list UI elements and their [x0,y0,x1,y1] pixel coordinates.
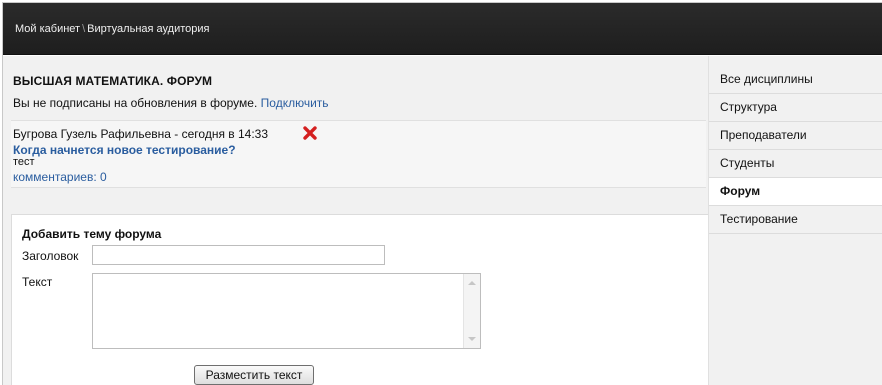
sidebar-item-students[interactable]: Студенты [709,150,882,178]
sidebar-item-teachers[interactable]: Преподаватели [709,122,882,150]
breadcrumb-current-link[interactable]: Виртуальная аудитория [87,23,209,35]
scroll-down-icon[interactable] [468,337,476,341]
subscribe-status: Вы не подписаны на обновления в форуме. … [13,96,329,110]
submit-topic-button[interactable]: Разместить текст [194,365,314,385]
page-frame: Мой кабинет \ Виртуальная аудитория ВЫСШАЯ… [2,2,882,385]
sidebar: Все дисциплины Структура Преподаватели С… [708,56,882,385]
add-topic-heading: Добавить тему форума [22,227,162,241]
forum-post: Бугрова Гузель Рафильевна - сегодня в 14… [11,120,706,188]
post-title-link[interactable]: Когда начнется новое тестирование? [13,143,236,157]
subscribe-link[interactable]: Подключить [261,96,329,110]
page-title: ВЫСШАЯ МАТЕМАТИКА. ФОРУМ [13,74,213,88]
text-label: Текст [22,275,53,289]
breadcrumb: Мой кабинет \ Виртуальная аудитория [15,23,209,35]
text-area-box [92,273,481,349]
sidebar-item-structure[interactable]: Структура [709,94,882,122]
sidebar-item-all-disciplines[interactable]: Все дисциплины [709,66,882,94]
forum-main: ВЫСШАЯ МАТЕМАТИКА. ФОРУМ Вы не подписаны… [3,56,708,385]
top-bar: Мой кабинет \ Виртуальная аудитория [3,3,882,55]
title-label: Заголовок [22,249,79,263]
post-author-line: Бугрова Гузель Рафильевна - сегодня в 14… [13,127,269,141]
scroll-up-icon[interactable] [468,281,476,285]
delete-x-glyph [303,126,317,140]
post-body: тест [13,156,35,168]
breadcrumb-home-link[interactable]: Мой кабинет [15,23,80,35]
text-area-scrollbar[interactable] [463,274,480,348]
close-icon[interactable] [303,126,317,140]
sidebar-item-testing[interactable]: Тестирование [709,206,882,234]
title-input[interactable] [92,245,385,265]
post-comments-link[interactable]: комментариев: 0 [13,170,107,184]
subscribe-text: Вы не подписаны на обновления в форуме. [13,96,258,110]
add-topic-form: Добавить тему форума Заголовок Текст Раз… [11,214,708,385]
sidebar-item-forum[interactable]: Форум [709,178,882,206]
text-area[interactable] [93,274,463,348]
